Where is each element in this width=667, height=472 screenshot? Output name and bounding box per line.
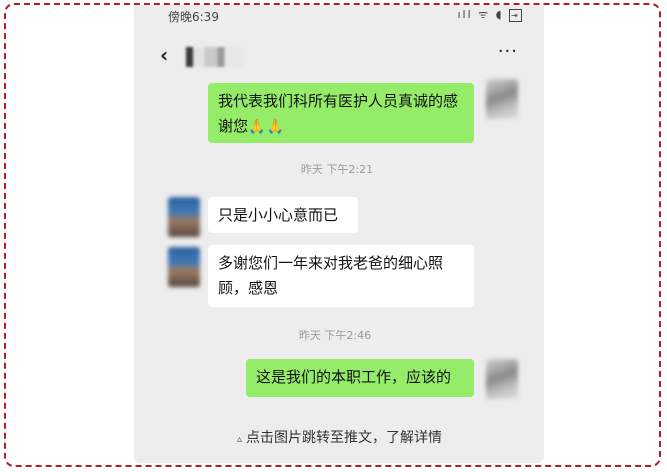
message-bubble-received[interactable]: 多谢您们一年来对我老爸的细心照顾，感恩: [208, 245, 474, 307]
contact-name-blurred: [186, 47, 244, 67]
contact-avatar[interactable]: [168, 197, 200, 237]
back-icon[interactable]: ‹: [160, 43, 168, 67]
chat-screenshot: 傍晚6:39 ıll ᯤ ◖ ⇥ ‹ ··· 我代表我们科所有医护人员真诚的感谢…: [134, 5, 544, 463]
pray-emoji-icon: 🙏🙏: [248, 119, 285, 135]
status-icons: ıll ᯤ ◖ ⇥: [457, 7, 522, 22]
message-bubble-sent[interactable]: 这是我们的本职工作，应该的: [246, 359, 474, 397]
status-time: 傍晚6:39: [168, 10, 219, 24]
exit-icon: ⇥: [509, 9, 522, 22]
more-options-icon[interactable]: ···: [498, 41, 518, 62]
message-text: 只是小小心意而已: [218, 206, 339, 224]
my-avatar[interactable]: [486, 79, 518, 119]
message-bubble-sent[interactable]: 我代表我们科所有医护人员真诚的感谢您🙏🙏: [208, 83, 474, 143]
contact-avatar[interactable]: [168, 247, 200, 287]
status-bar: 傍晚6:39 ıll ᯤ ◖ ⇥: [134, 5, 544, 27]
timestamp: 昨天 下午2:21: [300, 163, 374, 176]
article-image-frame[interactable]: 傍晚6:39 ıll ᯤ ◖ ⇥ ‹ ··· 我代表我们科所有医护人员真诚的感谢…: [4, 3, 661, 467]
timestamp: 昨天 下午2:46: [298, 329, 372, 342]
message-text: 这是我们的本职工作，应该的: [256, 368, 452, 386]
triangle-icon: ▵: [236, 434, 243, 445]
signal-wifi-battery-icon: ıll ᯤ ◖: [457, 8, 504, 21]
my-avatar[interactable]: [486, 359, 518, 399]
article-caption[interactable]: ▵ 点击图片跳转至推文，了解详情: [6, 427, 659, 447]
message-bubble-received[interactable]: 只是小小心意而已: [208, 197, 358, 233]
message-text: 多谢您们一年来对我老爸的细心照顾，感恩: [218, 254, 444, 297]
caption-text: 点击图片跳转至推文，了解详情: [246, 430, 443, 446]
